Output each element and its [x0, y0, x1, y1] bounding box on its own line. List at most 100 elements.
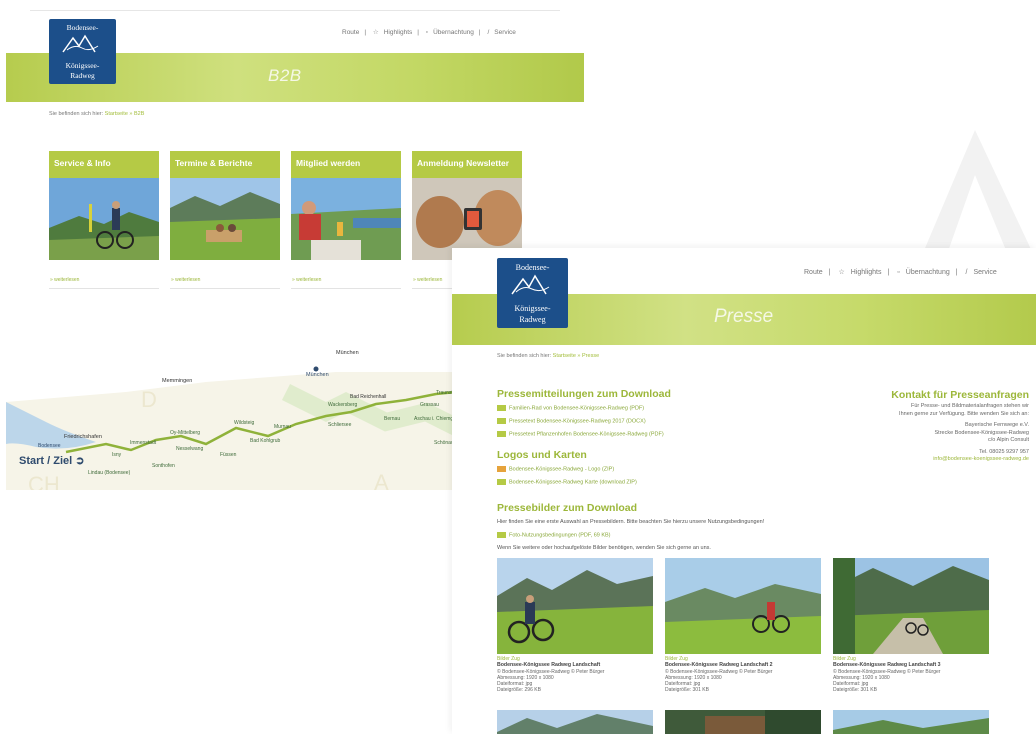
- map-town-schliersee: Schliersee: [328, 422, 352, 428]
- map-town-sonthofen: Sonthofen: [152, 463, 175, 469]
- logo-line-3: Radweg: [519, 315, 545, 324]
- map-town-grassau: Grassau: [420, 402, 439, 408]
- file-icon: [497, 418, 506, 424]
- download-link[interactable]: Bodensee-Königssee-Radweg - Logo (ZIP): [497, 466, 614, 472]
- nav-route[interactable]: Route: [804, 269, 823, 276]
- region-letter-ch: CH: [28, 472, 60, 490]
- logo-line-3: Radweg: [70, 71, 95, 80]
- card-service-info[interactable]: Service & Info » weiterlesen: [49, 151, 159, 289]
- map-town-bad-kohlgrub: Bad Kohlgrub: [250, 438, 281, 444]
- main-nav: Route | ☆ Highlights | ▫ Übernachtung | / Serv…: [804, 269, 997, 276]
- read-more-link[interactable]: » weiterlesen: [291, 277, 401, 283]
- logo-line-2: Königssee-: [66, 61, 100, 70]
- press-photo-3[interactable]: [833, 558, 989, 654]
- pressebilder-heading: Pressebilder zum Download: [497, 502, 638, 514]
- read-more-link[interactable]: » weiterlesen: [49, 277, 159, 283]
- bed-icon: ▫: [897, 269, 900, 276]
- map-town-nesselwang: Nesselwang: [176, 446, 203, 452]
- map-town-bodensee: Bodensee: [38, 443, 61, 449]
- map-town-bernau: Bernau: [384, 416, 400, 422]
- download-link[interactable]: Pressetext Bodensee-Königssee-Radweg 201…: [497, 418, 646, 424]
- map-city-bad-reichenhall: Bad Reichenhall: [350, 394, 386, 400]
- press-photo-1-info: Bilder Zug Bodensee-Königssee Radweg Lan…: [497, 656, 657, 694]
- card-title[interactable]: Mitglied werden: [291, 151, 401, 178]
- nav-highlights[interactable]: Highlights: [851, 269, 882, 276]
- nav-uebernachtung[interactable]: Übernachtung: [906, 269, 950, 276]
- top-divider: [30, 10, 560, 11]
- press-photo-4[interactable]: [497, 710, 653, 734]
- map-town-immenstadt: Immenstadt: [130, 440, 157, 446]
- pressemitteilungen-heading: Pressemitteilungen zum Download: [497, 388, 671, 400]
- breadcrumb: Sie befinden sich hier: Startseite » B2B: [49, 111, 145, 117]
- map-town-wackersberg: Wackersberg: [328, 402, 357, 408]
- main-nav: Route | ☆ Highlights | ▫ Übernachtung | / Serv…: [342, 29, 516, 36]
- pressebilder-intro: Hier finden Sie eine erste Auswahl an Pr…: [497, 519, 765, 525]
- meadow-photo: [170, 178, 280, 260]
- file-icon: [497, 405, 506, 411]
- breadcrumb-link[interactable]: Startseite » B2B: [105, 111, 145, 117]
- highlights-icon: ☆: [372, 29, 379, 36]
- service-icon: /: [965, 269, 968, 276]
- card-title[interactable]: Service & Info: [49, 151, 159, 178]
- highlights-icon: ☆: [838, 269, 845, 276]
- nav-service[interactable]: Service: [494, 29, 516, 36]
- region-letter-d: D: [141, 387, 157, 412]
- kontakt-heading: Kontakt für Presseanfragen: [891, 389, 1029, 401]
- download-link[interactable]: Bodensee-Königssee-Radweg Karte (downloa…: [497, 479, 637, 485]
- download-link[interactable]: Familien-Rad von Bodensee-Königssee-Radw…: [497, 405, 644, 411]
- map-town-fuessen: Füssen: [220, 452, 237, 458]
- breadcrumb: Sie befinden sich hier: Startseite » Pre…: [497, 353, 600, 359]
- presse-page-screenshot: Presse Bodensee- Königssee- Radweg Route…: [452, 248, 1036, 734]
- press-photo-1[interactable]: [497, 558, 653, 654]
- nav-highlights[interactable]: Highlights: [384, 29, 413, 36]
- press-photo-3-info: Bilder Zug Bodensee-Königssee Radweg Lan…: [833, 656, 993, 694]
- nav-route[interactable]: Route: [342, 29, 359, 36]
- cyclists-photo: [49, 178, 159, 260]
- map-town-isny: Isny: [112, 452, 122, 458]
- logo-line-2: Königssee-: [515, 304, 551, 313]
- logos-heading: Logos und Karten: [497, 449, 587, 461]
- zip-icon: [497, 466, 506, 472]
- page-title: B2B: [268, 66, 302, 85]
- page-title: Presse: [714, 306, 774, 327]
- card-mitglied-werden[interactable]: Mitglied werden » weiterlesen: [291, 151, 401, 289]
- map-town-murnau: Murnau: [274, 424, 291, 430]
- nav-service[interactable]: Service: [973, 269, 996, 276]
- logo-line-1: Bodensee-: [516, 263, 550, 272]
- card-title[interactable]: Anmeldung Newsletter: [412, 151, 522, 178]
- nav-uebernachtung[interactable]: Übernachtung: [433, 29, 474, 36]
- press-photo-5[interactable]: [665, 710, 821, 734]
- kontakt-box: Kontakt für Presseanfragen Für Presse- u…: [829, 389, 1029, 462]
- pressebilder-note: Wenn Sie weitere oder hochaufgelöste Bil…: [497, 545, 711, 551]
- press-photo-2-info: Bilder Zug Bodensee-Königssee Radweg Lan…: [665, 656, 825, 694]
- bed-icon: ▫: [425, 29, 429, 36]
- read-more-link[interactable]: » weiterlesen: [170, 277, 280, 283]
- site-logo[interactable]: Bodensee- Königssee- Radweg: [497, 258, 568, 328]
- press-photo-6[interactable]: [833, 710, 989, 734]
- kontakt-phone: Tel. 08025 9297 957: [979, 448, 1029, 455]
- zip-icon: [497, 479, 506, 485]
- logo-line-1: Bodensee-: [67, 23, 99, 32]
- mountain-watermark: [920, 130, 1036, 260]
- nutzungsbedingungen-link[interactable]: Foto-Nutzungsbedingungen (PDF, 69 KB): [497, 532, 611, 538]
- download-link[interactable]: Pressetext Pflanzenhofen Bodensee-Königs…: [497, 431, 664, 437]
- card-title[interactable]: Termine & Berichte: [170, 151, 280, 178]
- map-town-wildsteig: Wildsteig: [234, 420, 255, 426]
- file-icon: [497, 431, 506, 437]
- service-icon: /: [487, 29, 490, 36]
- map-city-friedrichshafen: Friedrichshafen: [64, 434, 102, 440]
- card-termine-berichte[interactable]: Termine & Berichte » weiterlesen: [170, 151, 280, 289]
- picnic-photo: [291, 178, 401, 260]
- map-town-oy-mittelberg: Oy-Mittelberg: [170, 430, 200, 436]
- map-town-schoenau: Schönau: [434, 440, 454, 446]
- press-photo-2[interactable]: [665, 558, 821, 654]
- breadcrumb-link[interactable]: Startseite » Presse: [553, 353, 599, 359]
- site-logo[interactable]: Bodensee- Königssee- Radweg: [49, 19, 116, 84]
- kontakt-email[interactable]: info@bodensee-koenigssee-radweg.de: [829, 456, 1029, 462]
- map-city-muenchen-airport: München: [336, 350, 359, 356]
- region-letter-a: A: [374, 470, 389, 490]
- map-town-lindau: Lindau (Bodensee): [88, 470, 131, 476]
- file-icon: [497, 532, 506, 538]
- map-city-muenchen: München: [306, 372, 329, 378]
- map-city-memmingen: Memmingen: [162, 378, 192, 384]
